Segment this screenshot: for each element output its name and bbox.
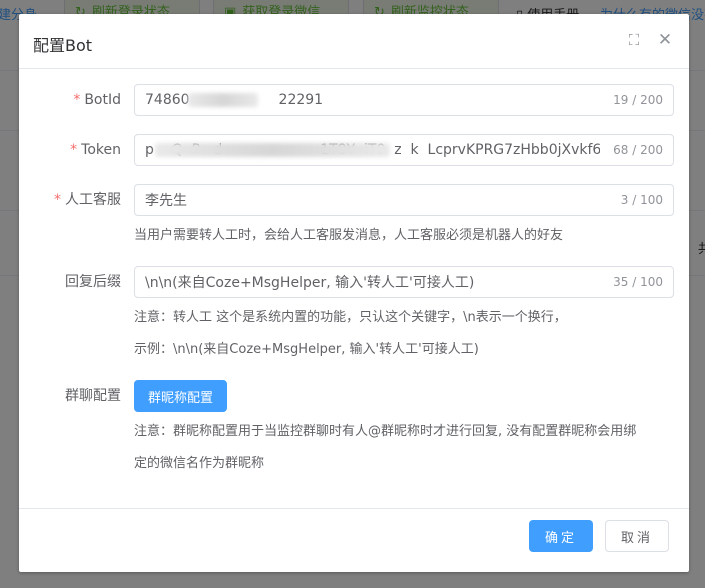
- dialog-footer: 确定 取消: [19, 508, 689, 572]
- service-hint: 当用户需要转人工时，会给人工客服发消息，人工客服必须是机器人的好友: [134, 228, 564, 243]
- botid-label: * BotId: [73, 92, 121, 108]
- token-input-wrapper: 68 / 200: [134, 134, 674, 166]
- form-row-suffix: 回复后缀 35 / 100 注意：转人工 这个是系统内置的功能，只认这个关键字，…: [19, 266, 689, 366]
- group-nickname-config-button[interactable]: 群昵称配置: [134, 380, 228, 412]
- confirm-button[interactable]: 确定: [529, 520, 593, 552]
- group-label: 群聊配置: [65, 388, 121, 404]
- maximize-icon[interactable]: ⛶: [626, 32, 642, 48]
- suffix-label: 回复后缀: [65, 274, 121, 290]
- suffix-example: 示例：\n\n(来自Coze+MsgHelper, 输入'转人工'可接人工): [134, 342, 479, 357]
- group-hint: 注意：群昵称配置用于当监控群聊时有人@群昵称时才进行回复, 没有配置群昵称会用绑: [134, 424, 637, 439]
- suffix-hint: 注意：转人工 这个是系统内置的功能，只认这个关键字，\n表示一个换行，: [134, 310, 567, 325]
- service-counter: 3 / 100: [620, 193, 663, 207]
- service-label: * 人工客服: [54, 192, 121, 208]
- cancel-button[interactable]: 取消: [605, 520, 669, 552]
- suffix-input[interactable]: [145, 267, 600, 297]
- close-icon[interactable]: ✕: [657, 32, 673, 49]
- config-bot-dialog: 配置Bot ⛶ ✕ *BotId 19 / 200 *Token 68 / 20…: [19, 14, 689, 572]
- redaction-blur: [155, 143, 390, 157]
- group-hint-continued: 定的微信名作为群昵称: [134, 456, 265, 471]
- required-mark: *: [54, 192, 61, 208]
- form-row-service: *人工客服 3 / 100 当用户需要转人工时，会给人工客服发消息，人工客服必须…: [19, 184, 689, 244]
- form-row-group: 群聊配置 群昵称配置 注意：群昵称配置用于当监控群聊时有人@群昵称时才进行回复,…: [19, 380, 689, 480]
- dialog-header: 配置Bot ⛶ ✕: [19, 14, 689, 69]
- service-input[interactable]: [145, 185, 600, 215]
- dialog-title: 配置Bot: [33, 36, 93, 55]
- required-mark: *: [73, 92, 81, 108]
- botid-counter: 19 / 200: [613, 93, 663, 107]
- required-mark: *: [70, 142, 78, 158]
- suffix-counter: 35 / 100: [613, 275, 663, 289]
- suffix-input-wrapper: 35 / 100: [134, 266, 674, 298]
- token-label: * Token: [70, 142, 121, 158]
- redaction-blur: [188, 93, 258, 107]
- form-row-botid: *BotId 19 / 200: [19, 84, 689, 116]
- form-row-token: *Token 68 / 200: [19, 134, 689, 166]
- token-counter: 68 / 200: [607, 135, 663, 165]
- botid-input-wrapper: 19 / 200: [134, 84, 674, 116]
- service-input-wrapper: 3 / 100: [134, 184, 674, 216]
